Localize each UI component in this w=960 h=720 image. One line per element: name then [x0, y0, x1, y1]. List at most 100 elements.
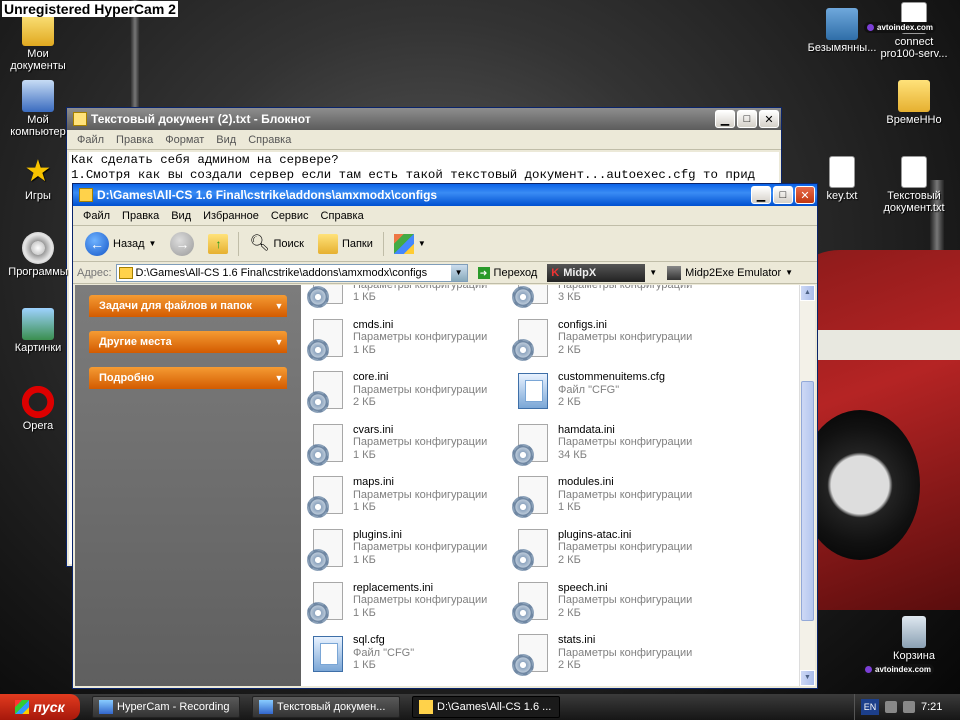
tray-icon[interactable]: [885, 701, 897, 713]
desktop-icon-text-document[interactable]: Текстовый документ.txt: [876, 156, 952, 214]
notepad-titlebar[interactable]: Текстовый документ (2).txt - Блокнот ▁ □…: [67, 108, 781, 130]
file-size: 3 КБ: [558, 291, 581, 303]
go-button[interactable]: ➜ Переход: [472, 266, 544, 279]
language-indicator[interactable]: EN: [861, 699, 879, 715]
desktop-icon-programs[interactable]: Программы: [0, 232, 76, 278]
menu-tools[interactable]: Сервис: [265, 210, 315, 222]
file-item[interactable]: hamdata.ini Параметры конфигурации 34 КБ: [506, 416, 711, 469]
desktop-icon-opera[interactable]: Opera: [0, 386, 76, 432]
scrollbar-thumb[interactable]: [801, 381, 814, 621]
menu-help[interactable]: Справка: [315, 210, 370, 222]
file-size: 1 КБ: [353, 501, 376, 514]
chevron-down-icon[interactable]: ▼: [149, 239, 157, 248]
chevron-down-icon[interactable]: ▼: [450, 264, 467, 281]
file-item[interactable]: cmds.ini Параметры конфигурации 1 КБ: [301, 311, 506, 364]
desktop-icon-pictures[interactable]: Картинки: [0, 308, 76, 354]
file-size: 1 КБ: [353, 448, 376, 461]
address-label: Адрес:: [77, 266, 112, 279]
menu-edit[interactable]: Правка: [110, 134, 159, 146]
file-item[interactable]: custommenuitems.cfg Файл "CFG" 2 КБ: [506, 363, 711, 416]
file-item[interactable]: cvars.ini Параметры конфигурации 1 КБ: [301, 416, 506, 469]
chevron-double-down-icon[interactable]: ▼: [271, 373, 287, 383]
desktop-icon-label: Opera: [22, 420, 54, 432]
explorer-window[interactable]: D:\Games\All-CS 1.6 Final\cstrike\addons…: [72, 183, 818, 689]
maximize-button[interactable]: □: [773, 186, 793, 204]
close-button[interactable]: ✕: [795, 186, 815, 204]
config-settings-file-icon: [512, 581, 554, 626]
task-panel-details[interactable]: Подробно ▼: [89, 367, 287, 389]
close-button[interactable]: ✕: [759, 110, 779, 128]
search-button[interactable]: 🔍︎ Поиск: [245, 234, 307, 254]
tray-icon[interactable]: [903, 701, 915, 713]
scroll-up-button[interactable]: ▲: [800, 285, 815, 301]
menu-edit[interactable]: Правка: [116, 210, 165, 222]
folders-label: Папки: [341, 237, 373, 250]
task-panel-other-places[interactable]: Другие места ▼: [89, 331, 287, 353]
file-type: Параметры конфигурации: [353, 383, 488, 396]
back-button[interactable]: ← Назад ▼: [81, 231, 160, 256]
file-item[interactable]: plugins-atac.ini Параметры конфигурации 2 …: [506, 521, 711, 574]
minimize-button[interactable]: ▁: [751, 186, 771, 204]
desktop-icon-my-documents[interactable]: Мои документы: [0, 14, 76, 72]
avtoindex-badge: avtoindex.com: [864, 22, 937, 33]
address-bar: Адрес: D:\Games\All-CS 1.6 Final\cstrike…: [73, 262, 817, 284]
task-panel-file-tasks[interactable]: Задачи для файлов и папок ▼: [89, 295, 287, 317]
menu-format[interactable]: Формат: [159, 134, 210, 146]
panel-title: Подробно: [99, 372, 155, 384]
explorer-titlebar[interactable]: D:\Games\All-CS 1.6 Final\cstrike\addons…: [73, 184, 817, 206]
midpx-toolbar-button[interactable]: K MidpX: [547, 263, 646, 282]
minimize-button[interactable]: ▁: [715, 110, 735, 128]
file-name: replacements.ini: [353, 581, 434, 594]
menu-view[interactable]: Вид: [210, 134, 242, 146]
file-type: Параметры конфигурации: [353, 594, 488, 607]
file-item[interactable]: modules.ini Параметры конфигурации 1 КБ: [506, 468, 711, 521]
vertical-scrollbar[interactable]: ▲ ▼: [799, 285, 815, 686]
menu-file[interactable]: Файл: [71, 134, 110, 146]
desktop-icon-vremenno[interactable]: ВремеННо: [876, 80, 952, 126]
search-icon: 🔍︎: [249, 234, 270, 252]
chevron-down-icon[interactable]: ▼: [649, 268, 657, 277]
menu-view[interactable]: Вид: [165, 210, 197, 222]
chevron-double-down-icon[interactable]: ▼: [271, 337, 287, 347]
file-item[interactable]: Параметры конфигурации1 КБ: [301, 285, 506, 311]
file-item[interactable]: sql.cfg Файл "CFG" 1 КБ: [301, 626, 506, 679]
clock[interactable]: 7:21: [921, 701, 942, 713]
file-item[interactable]: configs.ini Параметры конфигурации 2 КБ: [506, 311, 711, 364]
file-item[interactable]: speech.ini Параметры конфигурации 2 КБ: [506, 574, 711, 627]
file-item[interactable]: plugins.ini Параметры конфигурации 1 КБ: [301, 521, 506, 574]
back-label: Назад: [113, 237, 145, 250]
file-item[interactable]: maps.ini Параметры конфигурации 1 КБ: [301, 468, 506, 521]
file-size: 2 КБ: [558, 553, 581, 566]
config-settings-file-icon: [307, 528, 349, 573]
views-button[interactable]: ▼: [390, 233, 430, 254]
menu-help[interactable]: Справка: [242, 134, 297, 146]
chevron-double-down-icon[interactable]: ▼: [271, 301, 287, 311]
desktop-icon-my-computer[interactable]: Мой компьютер: [0, 80, 76, 138]
menu-file[interactable]: Файл: [77, 210, 116, 222]
folders-button[interactable]: Папки: [314, 233, 377, 254]
folder-icon: [898, 80, 930, 112]
forward-button[interactable]: →: [166, 231, 198, 256]
file-item[interactable]: Параметры конфигурации3 КБ: [506, 285, 711, 311]
file-item[interactable]: core.ini Параметры конфигурации 2 КБ: [301, 363, 506, 416]
midp2exe-emulator-button[interactable]: Midp2Exe Emulator ▼: [661, 265, 799, 280]
menu-favorites[interactable]: Избранное: [197, 210, 265, 222]
file-item[interactable]: replacements.ini Параметры конфигурации 1 …: [301, 574, 506, 627]
taskbar-button-explorer[interactable]: D:\Games\All-CS 1.6 ...: [412, 696, 560, 718]
maximize-button[interactable]: □: [737, 110, 757, 128]
my-computer-icon: [22, 80, 54, 112]
address-input[interactable]: D:\Games\All-CS 1.6 Final\cstrike\addons…: [115, 263, 468, 282]
taskbar-button-notepad[interactable]: Текстовый докумен...: [252, 696, 400, 718]
desktop-icon-label: Картинки: [14, 342, 62, 354]
file-item[interactable]: stats.ini Параметры конфигурации 2 КБ: [506, 626, 711, 679]
taskbar-button-hypercam[interactable]: HyperCam - Recording: [92, 696, 240, 718]
up-folder-button[interactable]: ↑: [204, 233, 232, 254]
desktop-icon-games[interactable]: ★ Игры: [0, 156, 76, 203]
file-list[interactable]: Параметры конфигурации1 КБ Параметры кон…: [301, 285, 799, 686]
scroll-down-button[interactable]: ▼: [800, 670, 815, 686]
desktop-icon-recycle-bin[interactable]: Корзина: [876, 616, 952, 662]
start-button[interactable]: пуск: [0, 694, 80, 720]
programs-cd-icon: [22, 232, 54, 264]
file-name: configs.ini: [558, 318, 607, 331]
go-arrow-icon: ➜: [477, 266, 490, 279]
